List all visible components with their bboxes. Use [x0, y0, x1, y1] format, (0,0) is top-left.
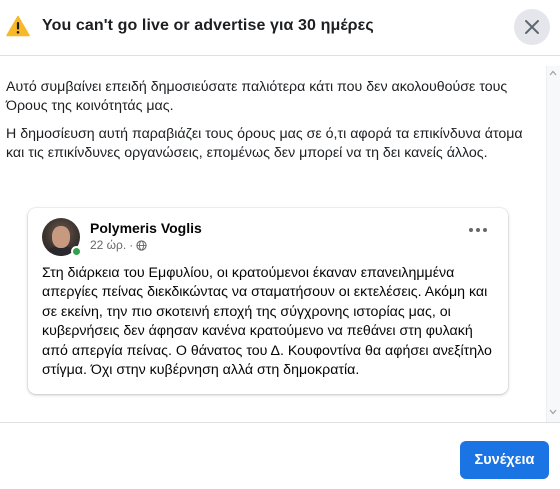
post-time[interactable]: 22 ώρ.	[90, 238, 126, 252]
scroll-up-arrow-icon[interactable]	[549, 69, 557, 77]
explanation-paragraph: Αυτό συμβαίνει επειδή δημοσιεύσατε παλιό…	[6, 79, 508, 114]
more-dot	[469, 228, 473, 232]
post-text: Στη διάρκεια του Εμφυλίου, οι κρατούμενο…	[42, 265, 492, 379]
close-button[interactable]	[514, 9, 550, 45]
online-status-dot	[71, 246, 82, 257]
post-preview-card: Polymeris Voglis 22 ώρ. · Στη διάρκεια τ…	[28, 208, 508, 394]
violation-paragraph: Η δημοσίευση αυτή παραβιάζει τους όρους …	[6, 126, 523, 161]
meta-separator: ·	[129, 238, 134, 252]
close-x-icon	[525, 20, 539, 34]
more-dot	[483, 228, 487, 232]
scrollbar[interactable]	[546, 66, 560, 422]
post-more-options-button[interactable]	[464, 222, 492, 238]
scroll-down-arrow-icon[interactable]	[549, 408, 557, 416]
continue-button[interactable]: Συνέχεια	[460, 441, 549, 479]
dialog-header: You can't go live or advertise για 30 ημ…	[0, 0, 560, 56]
dialog-title: You can't go live or advertise για 30 ημ…	[42, 17, 374, 34]
globe-icon	[136, 239, 147, 251]
more-dot	[476, 228, 480, 232]
dialog-footer: Συνέχεια	[0, 422, 560, 489]
warning-triangle-icon	[6, 15, 30, 37]
avatar-face	[52, 226, 70, 248]
post-meta: 22 ώρ. ·	[90, 238, 147, 252]
post-author[interactable]: Polymeris Voglis	[90, 220, 202, 236]
